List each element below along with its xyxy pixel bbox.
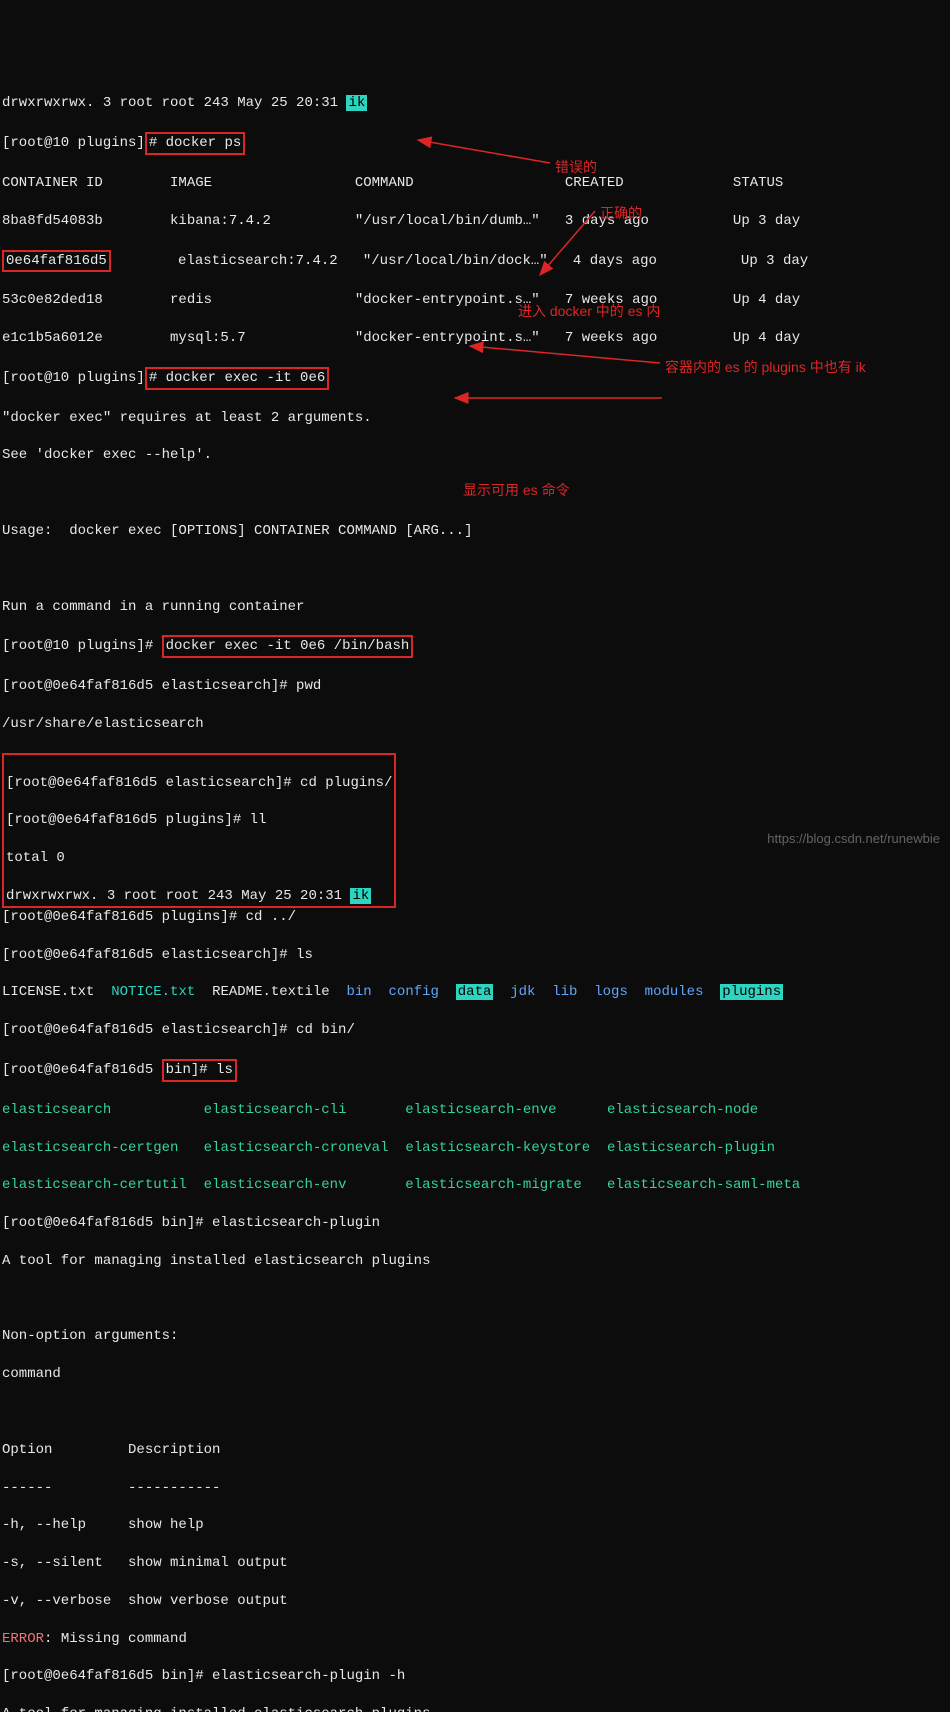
ik-dir: ik (346, 95, 367, 111)
dir: modules (645, 984, 704, 1000)
ps-row: 53c0e82ded18 redis "docker-entrypoint.s…… (2, 291, 948, 310)
terminal[interactable]: drwxrwxrwx. 3 root root 243 May 25 20:31… (0, 76, 950, 1712)
annotation-wrong: 错误的 (555, 158, 597, 177)
text-line: Run a command in a running container (2, 598, 948, 617)
prompt-line: [root@10 plugins]# docker exec -it 0e6 /… (2, 635, 948, 658)
output-line: command (2, 1365, 948, 1384)
annotation-enter-es: 进入 docker 中的 es 内 (518, 302, 660, 321)
dir: bin (347, 984, 372, 1000)
output-line: ------ ----------- (2, 1479, 948, 1498)
output-line: -h, --help show help (2, 1516, 948, 1535)
ps-row: 0e64faf816d5 elasticsearch:7.4.2 "/usr/l… (2, 250, 948, 273)
prompt-line: [root@0e64faf816d5 elasticsearch]# pwd (2, 677, 948, 696)
dir: lib (552, 984, 577, 1000)
ps-header: CONTAINER ID IMAGE COMMAND CREATED STATU… (2, 174, 948, 193)
output-line: -v, --verbose show verbose output (2, 1592, 948, 1611)
err-line: "docker exec" requires at least 2 argume… (2, 409, 948, 428)
output-line: /usr/share/elasticsearch (2, 715, 948, 734)
prompt-line: [root@10 plugins]# docker ps (2, 132, 948, 155)
bin-list: elasticsearch-certutil elasticsearch-env… (2, 1176, 948, 1195)
prompt-line: [root@0e64faf816d5 bin]# elasticsearch-p… (2, 1667, 948, 1686)
error-line: ERROR: Missing command (2, 1630, 948, 1649)
output-line: Option Description (2, 1441, 948, 1460)
watermark: https://blog.csdn.net/runewbie (767, 830, 940, 848)
ps-row: 8ba8fd54083b kibana:7.4.2 "/usr/local/bi… (2, 212, 948, 231)
bin-list: elasticsearch elasticsearch-cli elastics… (2, 1101, 948, 1120)
output-line: Non-option arguments: (2, 1327, 948, 1346)
box-docker-ps: # docker ps (145, 132, 245, 155)
usage-line: Usage: docker exec [OPTIONS] CONTAINER C… (2, 522, 948, 541)
annotation-plugins-ik: 容器内的 es 的 plugins 中也有 ik (665, 358, 866, 377)
box-docker-exec-ok: docker exec -it 0e6 /bin/bash (162, 635, 414, 658)
dir: jdk (510, 984, 535, 1000)
prompt-line: [root@0e64faf816d5 bin]# ls (2, 1059, 948, 1082)
output-line: A tool for managing installed elasticsea… (2, 1705, 948, 1712)
bin-list: elasticsearch-certgen elasticsearch-cron… (2, 1139, 948, 1158)
output-line: A tool for managing installed elasticsea… (2, 1252, 948, 1271)
output-line: -s, --silent show minimal output (2, 1554, 948, 1573)
prompt-line: [root@0e64faf816d5 elasticsearch]# cd bi… (2, 1021, 948, 1040)
ps-row: e1c1b5a6012e mysql:5.7 "docker-entrypoin… (2, 329, 948, 348)
box-ls-bin: bin]# ls (162, 1059, 237, 1082)
prompt-line: [root@0e64faf816d5 plugins]# cd ../ (2, 908, 948, 927)
err-line: See 'docker exec --help'. (2, 446, 948, 465)
box-cd-plugins: [root@0e64faf816d5 elasticsearch]# cd pl… (2, 753, 396, 908)
prompt-line: [root@0e64faf816d5 bin]# elasticsearch-p… (2, 1214, 948, 1233)
line-partial: drwxrwxrwx. 3 root root 243 May 25 20:31… (2, 94, 948, 113)
prompt-line: [root@0e64faf816d5 elasticsearch]# ls (2, 946, 948, 965)
dir: config (389, 984, 439, 1000)
box-container-id: 0e64faf816d5 (2, 250, 111, 273)
annotation-correct: 正确的 (600, 204, 642, 223)
dir: plugins (720, 984, 783, 1000)
ls-output: LICENSE.txt NOTICE.txt README.textile bi… (2, 983, 948, 1002)
dir: data (456, 984, 494, 1000)
annotation-es-cmds: 显示可用 es 命令 (463, 481, 570, 500)
dir: logs (594, 984, 628, 1000)
box-docker-exec-err: # docker exec -it 0e6 (145, 367, 329, 390)
ik-dir: ik (350, 888, 371, 904)
